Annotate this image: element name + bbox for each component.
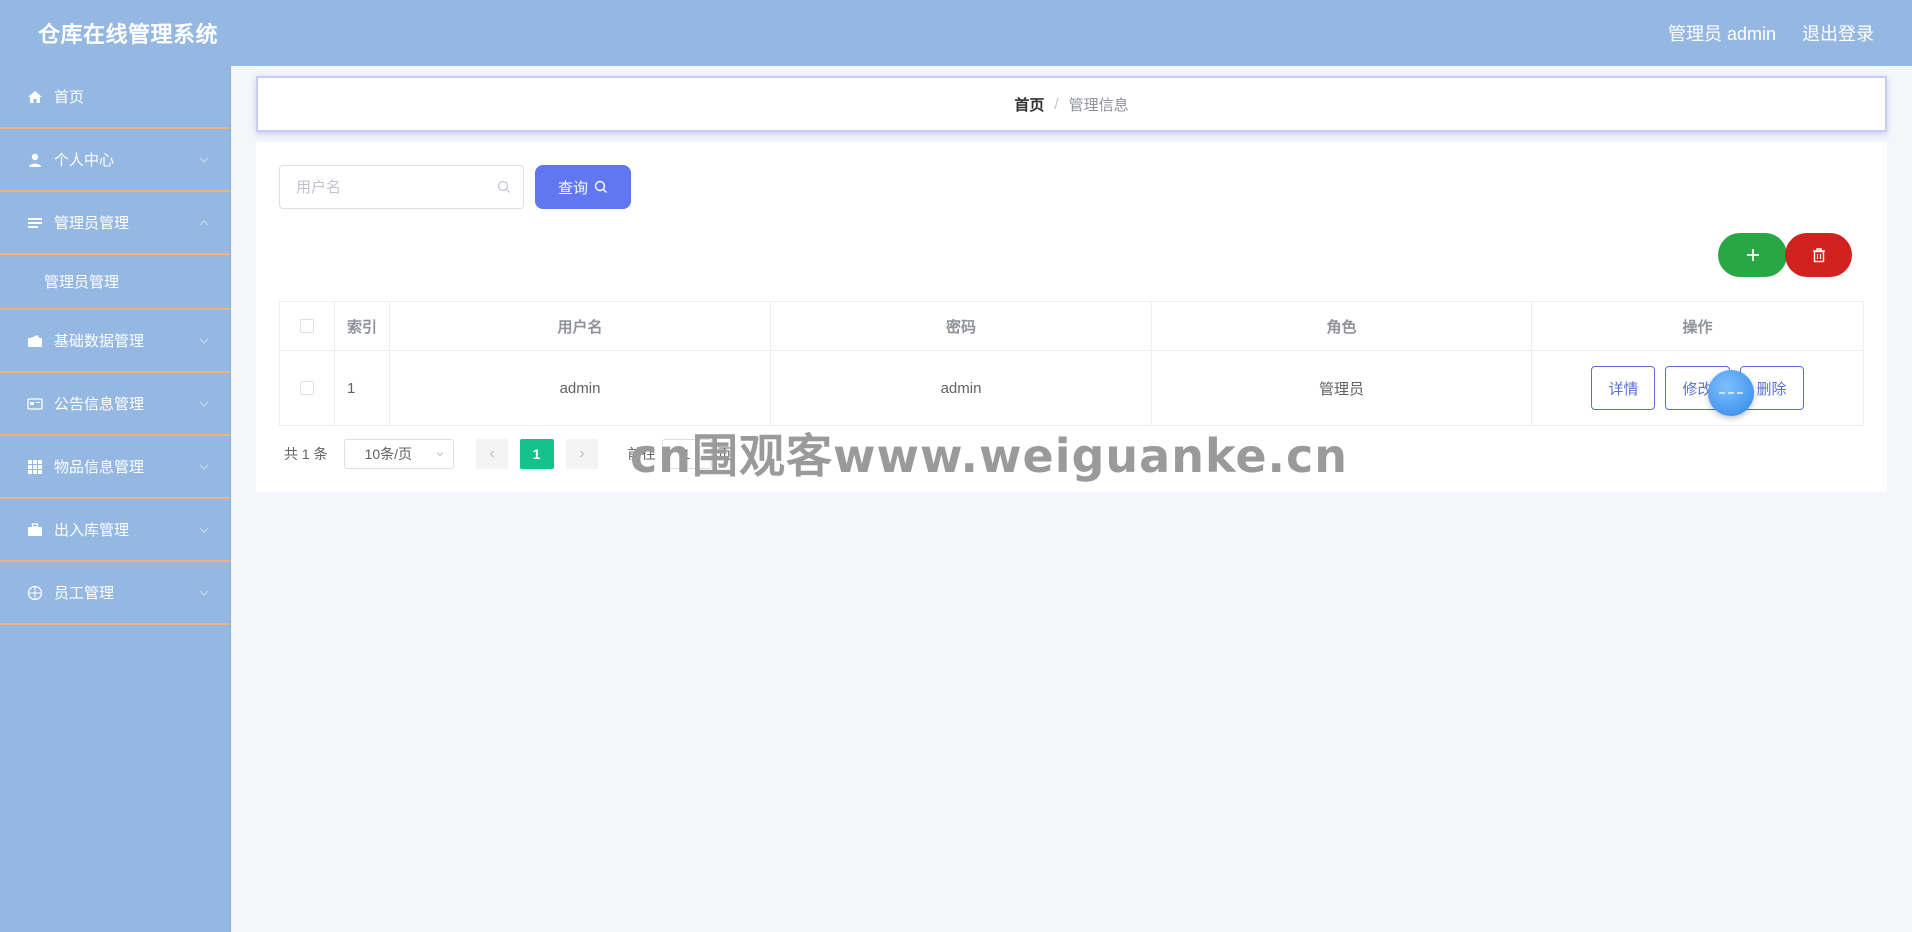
sidebar-item-label: 出入库管理	[54, 522, 130, 539]
sidebar-item-label: 基础数据管理	[54, 333, 145, 350]
header-password: 密码	[771, 302, 1152, 350]
row-checkbox-cell	[280, 351, 335, 425]
breadcrumb: 首页 / 管理信息	[256, 76, 1887, 132]
floating-assistant-icon[interactable]	[1708, 370, 1754, 416]
query-button-label: 查询	[557, 179, 588, 197]
select-all-checkbox[interactable]	[300, 319, 314, 333]
sidebar-item-goods[interactable]: 物品信息管理	[0, 436, 230, 499]
sidebar: 首页 个人中心 管理员管理 管理员管理 基础数据管理 公告信息管理 物品信息管理…	[0, 66, 231, 932]
table-header-row: 索引 用户名 密码 角色 操作	[280, 302, 1863, 351]
grid-icon	[26, 458, 44, 476]
cell-index: 1	[335, 351, 390, 425]
query-button[interactable]: 查询	[535, 165, 631, 209]
search-icon	[594, 180, 607, 193]
chevron-right-icon	[579, 450, 584, 458]
chevron-left-icon	[489, 450, 494, 458]
sidebar-item-inout[interactable]: 出入库管理	[0, 499, 230, 562]
sidebar-item-label: 个人中心	[54, 152, 115, 169]
logout-link[interactable]: 退出登录	[1802, 20, 1874, 46]
basketball-icon	[26, 584, 44, 602]
sidebar-subitem-admin-manage[interactable]: 管理员管理	[0, 255, 230, 310]
plus-icon	[1746, 249, 1759, 261]
chevron-down-icon	[199, 157, 209, 163]
header-username: 用户名	[390, 302, 771, 350]
chevron-down-icon	[199, 464, 209, 470]
wallet-icon	[26, 332, 44, 350]
page-size-value: 10条/页	[364, 446, 413, 462]
card-icon	[26, 395, 44, 413]
header-index: 索引	[335, 302, 390, 350]
search-field	[279, 165, 524, 209]
cell-actions: 详情 修改 删除	[1532, 351, 1863, 425]
chevron-up-icon	[199, 219, 209, 225]
user-icon	[26, 151, 44, 169]
add-button[interactable]	[1718, 233, 1787, 277]
chevron-down-icon	[199, 527, 209, 533]
detail-button[interactable]: 详情	[1591, 366, 1656, 410]
row-checkbox[interactable]	[300, 381, 314, 395]
page-number-current[interactable]: 1	[519, 439, 554, 469]
sidebar-item-notice[interactable]: 公告信息管理	[0, 373, 230, 436]
next-page-button[interactable]	[565, 439, 598, 469]
pagination-total: 共 1 条	[284, 446, 328, 462]
sidebar-item-staff[interactable]: 员工管理	[0, 562, 230, 625]
breadcrumb-separator: /	[1054, 95, 1059, 113]
current-user-label[interactable]: 管理员 admin	[1668, 20, 1776, 46]
sidebar-item-home[interactable]: 首页	[0, 66, 230, 129]
sidebar-item-label: 公告信息管理	[54, 396, 145, 413]
chevron-down-icon	[199, 590, 209, 596]
home-icon	[26, 88, 44, 106]
user-area: 管理员 admin 退出登录	[1668, 20, 1874, 46]
top-header: 仓库在线管理系统 管理员 admin 退出登录	[0, 0, 1912, 66]
cell-username: admin	[390, 351, 771, 425]
header-role: 角色	[1152, 302, 1532, 350]
page-size-select[interactable]: 10条/页	[343, 439, 454, 469]
sidebar-item-label: 管理员管理	[54, 215, 130, 232]
watermark-text: cn围观客www.weiguanke.cn	[630, 429, 1349, 483]
chevron-down-icon	[436, 452, 444, 457]
chevron-down-icon	[199, 338, 209, 344]
cell-role: 管理员	[1152, 351, 1532, 425]
batch-delete-button[interactable]	[1785, 233, 1852, 277]
sidebar-item-label: 物品信息管理	[54, 459, 145, 476]
app-title: 仓库在线管理系统	[38, 22, 219, 47]
briefcase-icon	[26, 521, 44, 539]
cell-password: admin	[771, 351, 1152, 425]
list-icon	[26, 214, 44, 232]
search-icon	[497, 180, 510, 193]
breadcrumb-current: 管理信息	[1068, 96, 1129, 114]
admin-table: 索引 用户名 密码 角色 操作 1 admin admin 管理员 详情 修改 …	[279, 301, 1864, 426]
header-actions: 操作	[1682, 318, 1713, 336]
sidebar-item-basic-data[interactable]: 基础数据管理	[0, 310, 230, 373]
prev-page-button[interactable]	[475, 439, 508, 469]
sidebar-item-label: 首页	[54, 89, 85, 106]
sidebar-item-profile[interactable]: 个人中心	[0, 129, 230, 192]
breadcrumb-home[interactable]: 首页	[1014, 94, 1044, 115]
sidebar-item-admin[interactable]: 管理员管理	[0, 192, 230, 255]
header-checkbox-cell	[280, 302, 335, 350]
sidebar-item-label: 员工管理	[54, 585, 115, 602]
chevron-down-icon	[199, 401, 209, 407]
trash-icon	[1812, 248, 1825, 263]
table-row: 1 admin admin 管理员 详情 修改 删除	[280, 351, 1863, 425]
search-input[interactable]	[296, 178, 497, 196]
dashes-icon	[1719, 392, 1743, 394]
